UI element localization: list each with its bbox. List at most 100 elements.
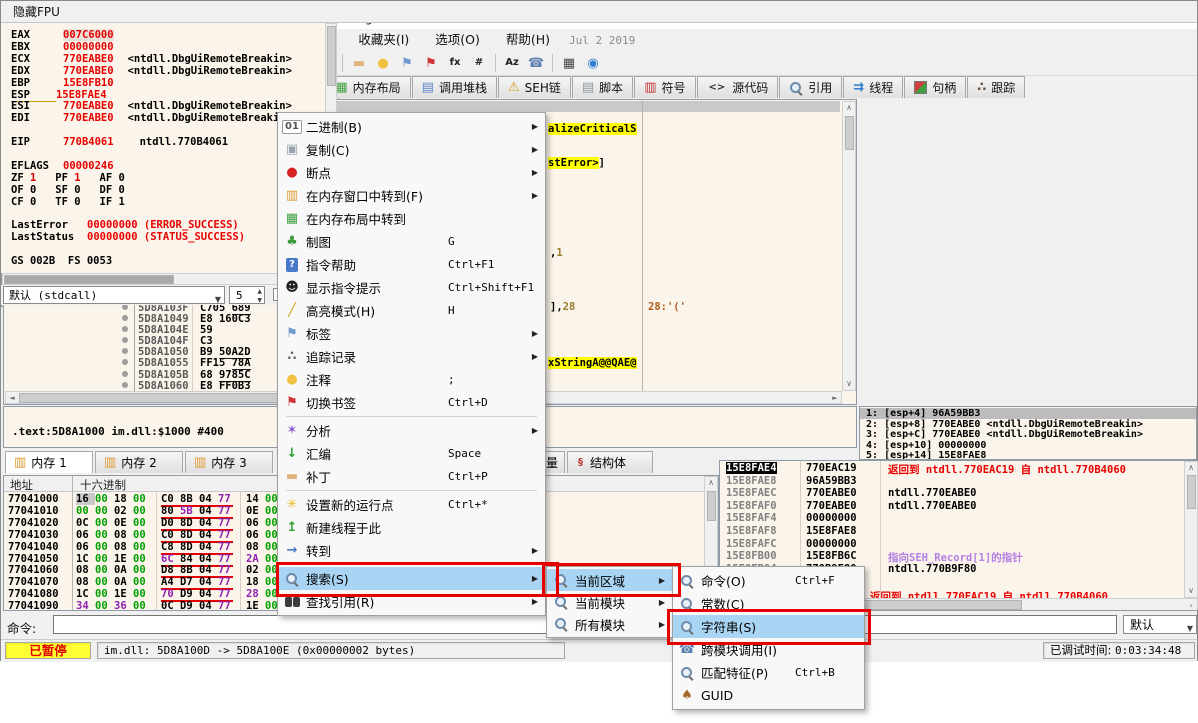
menu-item-constant[interactable]: 常数(C) — [673, 592, 864, 615]
menu-item-breakpoint[interactable]: ●断点▶ — [278, 161, 545, 184]
toolbar-button-calculator-icon[interactable]: ▦ — [557, 53, 581, 74]
menu-item-assemble[interactable]: ↓汇编Space — [278, 442, 545, 465]
tab-脚本[interactable]: ▤脚本 — [572, 76, 633, 98]
menu-item-command[interactable]: 命令(O)Ctrl+F — [673, 569, 864, 592]
stack-arg-row[interactable]: 3: [esp+C] 770EABE0 <ntdll.DbgUiRemoteBr… — [860, 429, 1196, 440]
menu-item-copy[interactable]: ▣复制(C)▶ — [278, 138, 545, 161]
menu-item-comment[interactable]: ●注释; — [278, 368, 545, 391]
menu-item-search[interactable]: 搜索(S)▶ — [278, 567, 545, 590]
tab-调用堆栈[interactable]: ▤调用堆栈 — [412, 76, 497, 98]
menu-item-current-module[interactable]: 当前模块▶ — [547, 591, 672, 613]
tab-跟踪[interactable]: ∴跟踪 — [967, 76, 1025, 98]
disasm-address[interactable]: 5D8A1060 — [138, 380, 189, 392]
arguments-panel[interactable]: 1: [esp+4] 96A59BB3 2: [esp+8] 770EABE0 … — [859, 406, 1197, 460]
menu-item-show-instruction-tips[interactable]: ☻显示指令提示Ctrl+Shift+F1 — [278, 276, 545, 299]
disasm-fragment: xStringA@@QAE@ — [548, 357, 637, 369]
menu-item-find-references[interactable]: 查找引用(R)▶ — [278, 590, 545, 613]
menu-item-analysis[interactable]: ✶分析▶ — [278, 419, 545, 442]
menubar-item[interactable]: 收藏夹(I) — [345, 29, 422, 51]
status-bar: 已暂停 im.dll: 5D8A100D -> 5D8A100E (0x0000… — [1, 639, 1197, 662]
menubar-item[interactable]: 选项(O) — [422, 29, 493, 51]
menu-item-toggle-bookmark[interactable]: ⚑切换书签Ctrl+D — [278, 391, 545, 414]
register-line[interactable]: EDX770EABE0<ntdll.DbgUiRemoteBreakin> — [1, 65, 337, 77]
tab-线程[interactable]: ⇉线程 — [843, 76, 903, 98]
menubar-item[interactable]: 帮助(H) — [493, 29, 563, 51]
stack-row[interactable]: 15E8FB0015E8FB6C指向SEH_Record[1]的指针 — [720, 550, 1198, 563]
menu-item-new-thread-here[interactable]: ↥新建线程于此 — [278, 516, 545, 539]
comments-icon: ● — [377, 57, 388, 70]
stack-row[interactable]: 15E8FAFC00000000 — [720, 538, 1198, 551]
tab-内存布局[interactable]: ▦内存布局 — [325, 76, 410, 98]
register-line[interactable]: ESI770EABE0<ntdll.DbgUiRemoteBreakin> — [1, 100, 337, 112]
disasm-fragment: ,1 — [550, 247, 563, 259]
memory-tab-icon: ▥ — [194, 456, 206, 469]
stack-arg-row[interactable]: 5: [esp+14] 15E8FAE8 — [860, 450, 1196, 460]
toolbar-button-hash-icon[interactable]: # — [467, 53, 491, 74]
menu-item-set-new-origin[interactable]: ✳设置新的运行点Ctrl+* — [278, 493, 545, 516]
menu-item-trace-record[interactable]: ∴追踪记录▶ — [278, 345, 545, 368]
menu-item-graph[interactable]: ♣制图G — [278, 230, 545, 253]
register-line[interactable]: ECX770EABE0<ntdll.DbgUiRemoteBreakin> — [1, 53, 337, 65]
menu-item-current-region[interactable]: 当前区域▶ — [547, 569, 672, 591]
status-detail: im.dll: 5D8A100D -> 5D8A100E (0x00000002… — [97, 642, 565, 659]
tab-内存 2[interactable]: ▥内存 2 — [95, 451, 183, 473]
stack-vscrollbar[interactable]: ∧ ∨ — [1184, 461, 1198, 598]
stack-row[interactable]: 15E8FAF400000000 — [720, 512, 1198, 525]
tab-内存 3[interactable]: ▥内存 3 — [185, 451, 273, 473]
menu-item-goto-in-memory-window[interactable]: ▥在内存窗口中转到(F)▶ — [278, 184, 545, 207]
spinner-arrows-icon[interactable]: ▲▼ — [257, 287, 262, 305]
toolbar-button-labels-icon[interactable]: ⚑ — [395, 53, 419, 74]
tab-引用[interactable]: 引用 — [779, 76, 842, 98]
register-line[interactable]: EAX007C6000 — [1, 29, 337, 41]
menu-item-guid[interactable]: ♠GUID — [673, 684, 864, 707]
stack-arg-row[interactable]: 1: [esp+4] 96A59BB3 — [860, 408, 1196, 419]
stack-row[interactable]: 15E8FAF0770EABE0ntdll.770EABE0 — [720, 500, 1198, 513]
disasm-vscrollbar[interactable]: ∧∨ — [842, 101, 856, 391]
toolbar-button-phone-icon[interactable]: ☎ — [524, 53, 548, 74]
submenu-arrow-icon: ▶ — [532, 597, 538, 606]
menu-item-binary[interactable]: 01二进制(B)▶ — [278, 115, 545, 138]
toolbar-button-patch-icon[interactable]: ▬ — [347, 53, 371, 74]
arg-count-spinner[interactable]: 5 ▲▼ — [229, 286, 265, 304]
tab-源代码[interactable]: <>源代码 — [697, 76, 779, 98]
toolbar-button-case-icon[interactable]: Az — [500, 53, 524, 74]
stack-row[interactable]: 15E8FAE896A59BB3 — [720, 475, 1198, 488]
menu-item-instruction-help[interactable]: ?指令帮助Ctrl+F1 — [278, 253, 545, 276]
menu-item-label[interactable]: ⚑标签▶ — [278, 322, 545, 345]
menu-separator — [286, 490, 537, 491]
menu-item-highlight-mode[interactable]: ╱高亮模式(H)H — [278, 299, 545, 322]
menu-item-intermodular-calls[interactable]: ☎跨模块调用(I) — [673, 638, 864, 661]
stack-arg-row[interactable]: 2: [esp+8] 770EABE0 <ntdll.DbgUiRemoteBr… — [860, 419, 1196, 430]
x32dbg-window: ✱ QQ.exe - PID: 268C - 模块: im.dll - 线程: … — [0, 0, 1198, 661]
tab-句柄[interactable]: 句柄 — [904, 76, 966, 98]
stack-arg-row[interactable]: 4: [esp+10] 00000000 — [860, 440, 1196, 451]
toolbar-button-globe-icon[interactable]: ◉ — [581, 53, 605, 74]
menu-item-all-modules[interactable]: 所有模块▶ — [547, 613, 672, 635]
register-line[interactable]: EBX00000000 — [1, 41, 337, 53]
hide-fpu-button[interactable]: 隐藏FPU — [1, 1, 1197, 23]
stack-value: 770EABE0 — [806, 487, 857, 499]
toolbar-button-comments-icon[interactable]: ● — [371, 53, 395, 74]
menu-item-string[interactable]: 字符串(S) — [673, 615, 864, 638]
tab-内存 1[interactable]: ▥内存 1 — [5, 451, 93, 473]
tab-SEH链[interactable]: ⚠SEH链 — [498, 76, 571, 98]
register-line[interactable]: EBP15E8FB10 — [1, 77, 337, 89]
menu-item-label: 当前区域 — [575, 571, 625, 590]
stack-row[interactable]: 15E8FAEC770EABE0ntdll.770EABE0 — [720, 487, 1198, 500]
register-line[interactable]: ESP15E8FAE4 — [1, 89, 337, 101]
stack-address: 15E8FAE4 — [726, 462, 777, 474]
menu-item-pattern[interactable]: 匹配特征(P)Ctrl+B — [673, 661, 864, 684]
tab-符号[interactable]: ▥符号 — [634, 76, 695, 98]
stack-value: 15E8FAE8 — [806, 525, 857, 537]
command-profile-dropdown[interactable]: 默认 ▼ — [1123, 615, 1197, 634]
stack-row[interactable]: 15E8FAE4770EAC19返回到 ntdll.770EAC19 自 ntd… — [720, 462, 1198, 475]
tab-结构体[interactable]: §结构体 — [567, 451, 653, 473]
menu-item-goto[interactable]: →转到▶ — [278, 539, 545, 562]
menu-item-patch[interactable]: ▬补丁Ctrl+P — [278, 465, 545, 488]
disasm-bytes[interactable]: E8 FF0B3 — [200, 380, 251, 392]
calling-convention-dropdown[interactable]: 默认 (stdcall) ▼ — [3, 286, 225, 304]
stack-row[interactable]: 15E8FAF815E8FAE8 — [720, 525, 1198, 538]
toolbar-button-bookmarks-icon[interactable]: ⚑ — [419, 53, 443, 74]
toolbar-button-functions-icon[interactable]: fx — [443, 53, 467, 74]
menu-item-goto-in-memory-map[interactable]: ▦在内存布局中转到 — [278, 207, 545, 230]
